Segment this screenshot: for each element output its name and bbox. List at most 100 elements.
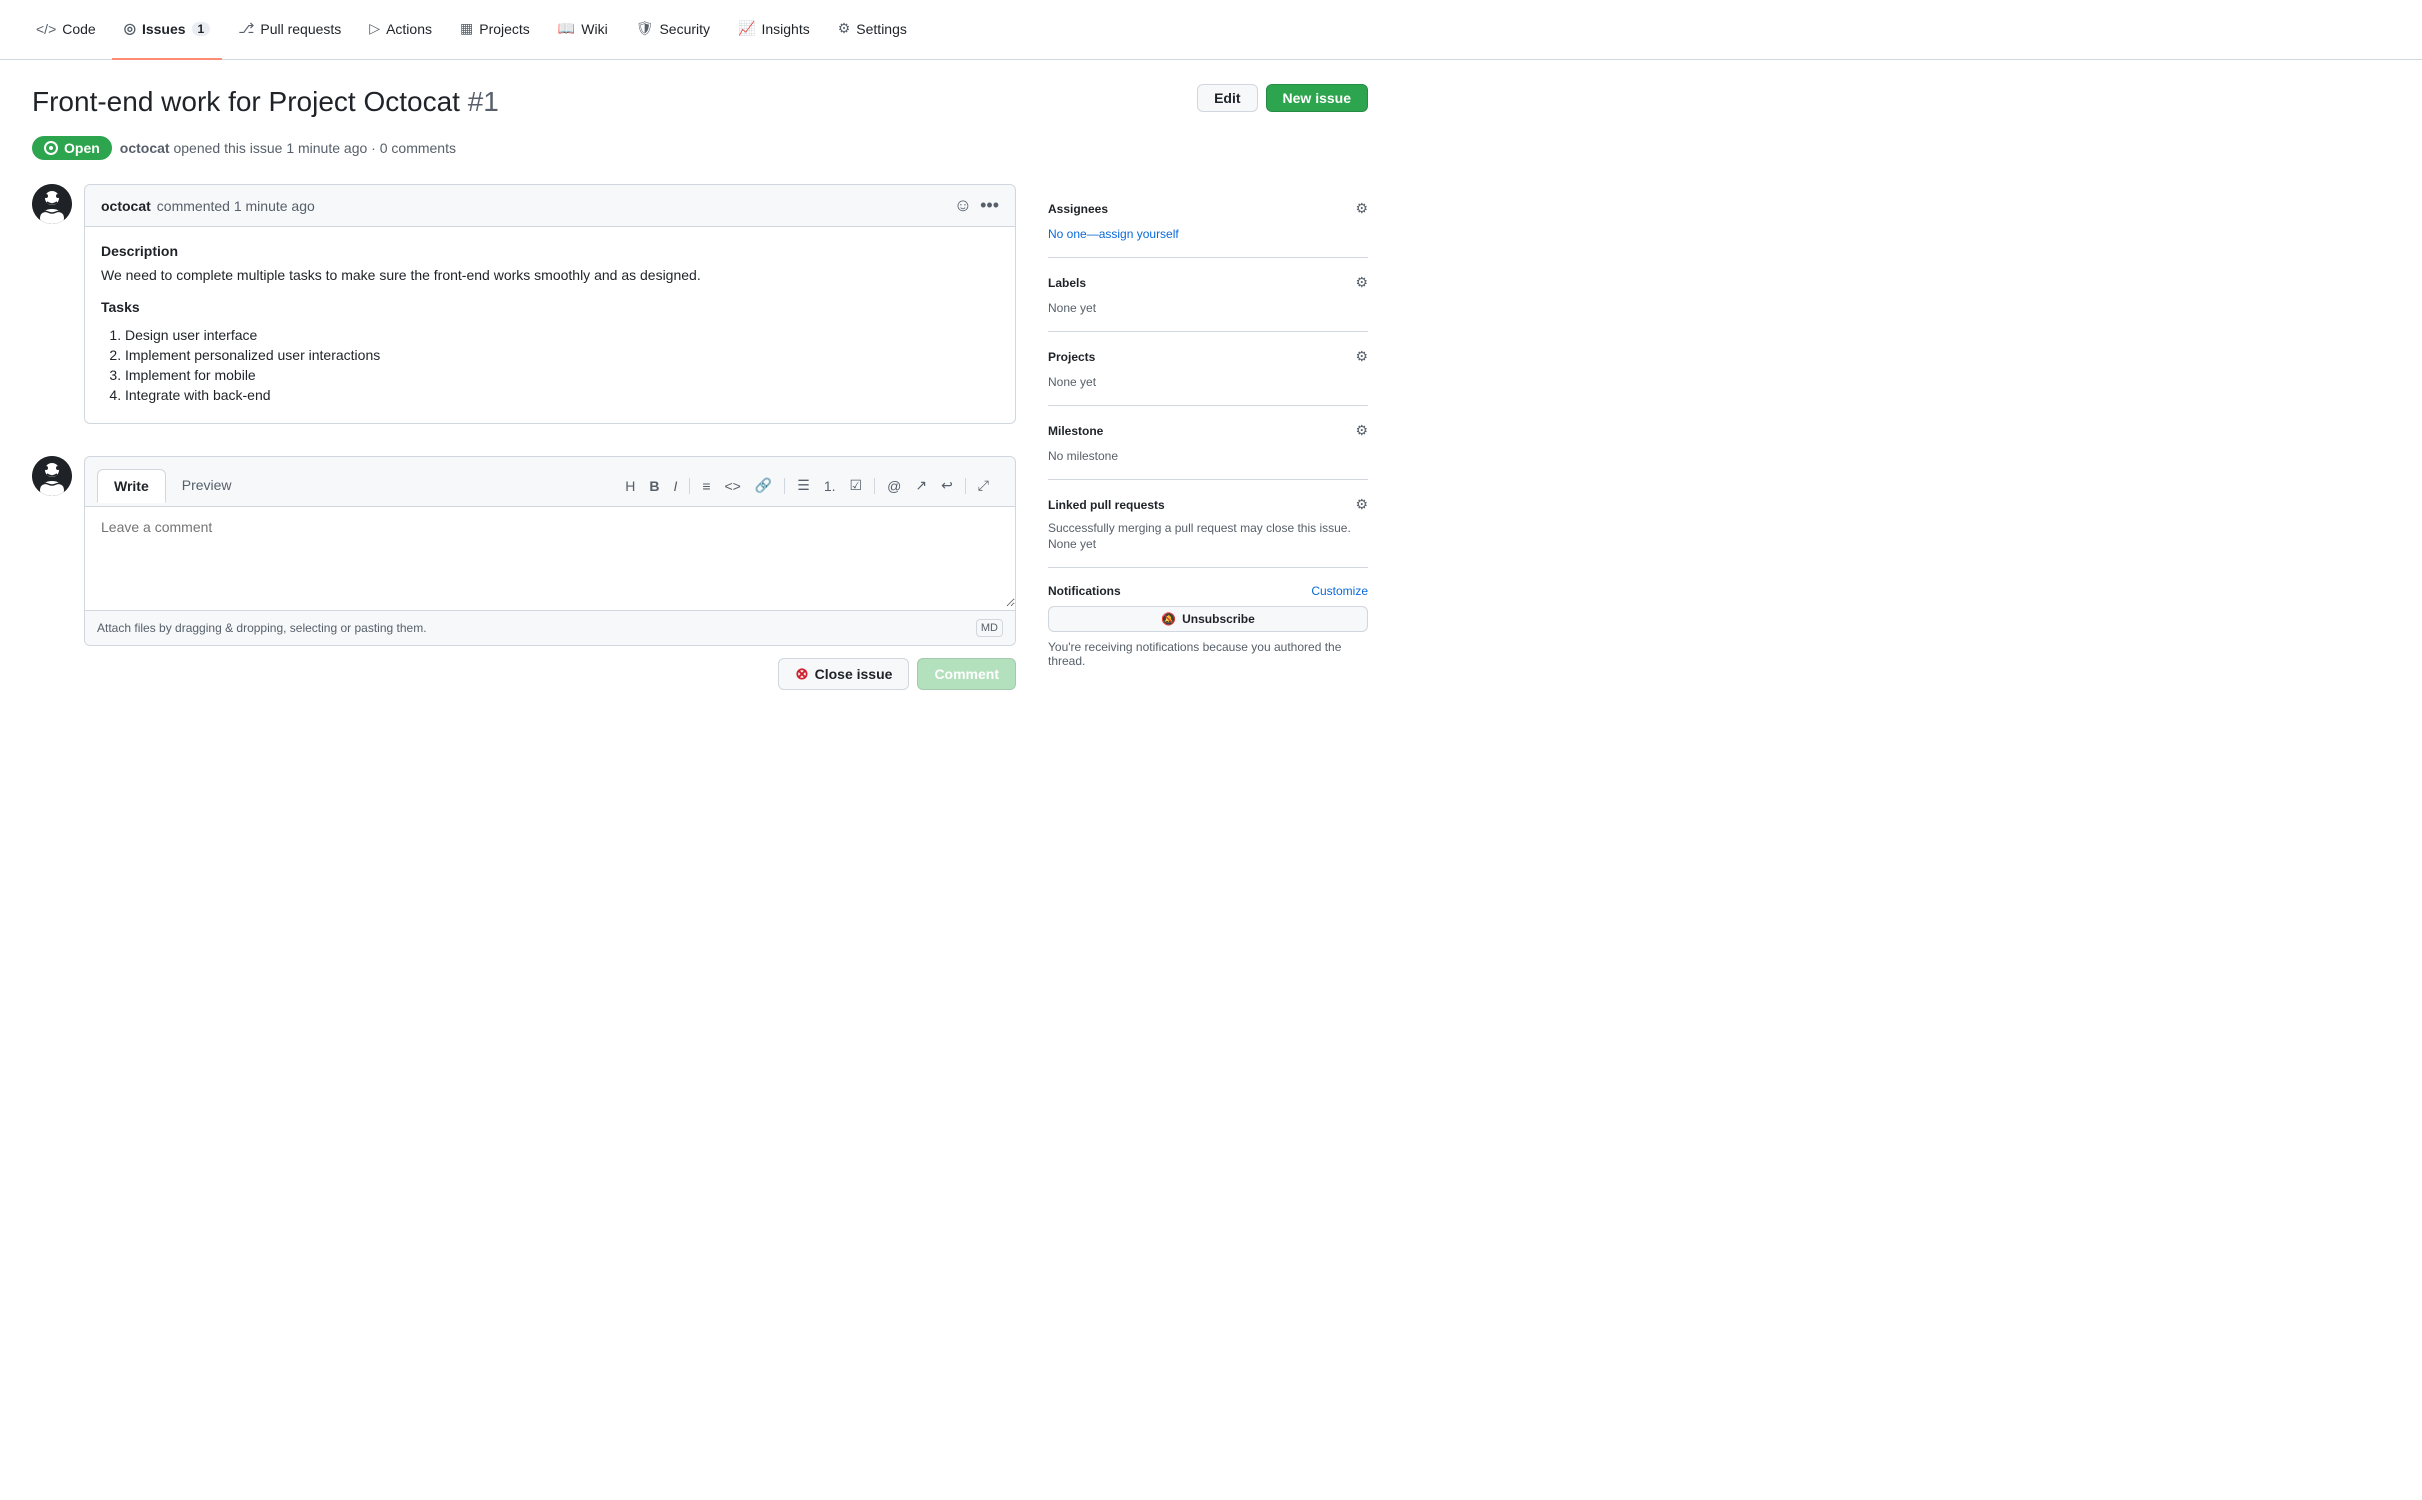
main-content: Front-end work for Project Octocat #1 Ed… (0, 60, 1400, 714)
markdown-icon: MD (976, 619, 1003, 637)
comment-button[interactable]: Comment (917, 658, 1016, 690)
mention-button[interactable]: @ (881, 474, 907, 498)
labels-header: Labels ⚙ (1048, 274, 1368, 291)
settings-icon: ⚙ (838, 20, 851, 37)
preview-tab[interactable]: Preview (166, 469, 248, 503)
customize-link[interactable]: Customize (1311, 584, 1368, 598)
reply-card: Write Preview H B I ≡ <> 🔗 (84, 456, 1016, 646)
description-heading: Description (101, 243, 999, 259)
nav-code-label: Code (62, 21, 95, 37)
nav-code[interactable]: </> Code (24, 0, 108, 60)
reply-wrapper: Write Preview H B I ≡ <> 🔗 (84, 456, 1016, 690)
more-actions-button[interactable]: ••• (980, 195, 999, 216)
labels-gear-button[interactable]: ⚙ (1355, 274, 1368, 291)
issue-title: Front-end work for Project Octocat #1 (32, 84, 499, 120)
open-dot-icon (44, 141, 58, 155)
comment-actions: ☺ ••• (954, 195, 999, 216)
list-item: Implement for mobile (125, 367, 999, 383)
top-navigation: </> Code ◎ Issues 1 ⎇ Pull requests ▷ Ac… (0, 0, 2422, 60)
main-column: octocat commented 1 minute ago ☺ ••• (32, 184, 1016, 690)
description-text: We need to complete multiple tasks to ma… (101, 267, 999, 283)
unordered-list-button[interactable]: ☰ (791, 473, 816, 498)
nav-actions-label: Actions (386, 21, 432, 37)
ordered-list-button[interactable]: 1. (818, 474, 842, 498)
nav-settings[interactable]: ⚙ Settings (826, 0, 919, 60)
linked-pr-header: Linked pull requests ⚙ (1048, 496, 1368, 513)
linked-pr-title: Linked pull requests (1048, 498, 1165, 512)
reference-button[interactable]: ↗ (909, 473, 933, 498)
unsubscribe-button[interactable]: 🔕 Unsubscribe (1048, 606, 1368, 632)
action-buttons: ⊗ Close issue Comment (84, 658, 1016, 690)
nav-insights-label: Insights (761, 21, 809, 37)
projects-gear-button[interactable]: ⚙ (1355, 348, 1368, 365)
tasks-heading: Tasks (101, 299, 999, 315)
projects-header: Projects ⚙ (1048, 348, 1368, 365)
nav-pull-requests[interactable]: ⎇ Pull requests (226, 0, 353, 60)
comment-body: Description We need to complete multiple… (85, 227, 1015, 423)
nav-actions[interactable]: ▷ Actions (357, 0, 444, 60)
nav-projects[interactable]: ▦ Projects (448, 0, 542, 60)
status-row: Open octocat opened this issue 1 minute … (32, 136, 1368, 160)
nav-issues[interactable]: ◎ Issues 1 (112, 0, 223, 60)
italic-button[interactable]: I (667, 474, 683, 498)
projects-value: None yet (1048, 375, 1096, 389)
fullscreen-button[interactable]: ⤢ (972, 473, 995, 498)
milestone-header: Milestone ⚙ (1048, 422, 1368, 439)
list-item: Implement personalized user interactions (125, 347, 999, 363)
nav-security[interactable]: 🛡 Security (624, 0, 722, 60)
list-item: Design user interface (125, 327, 999, 343)
nav-wiki[interactable]: 📖 Wiki (546, 0, 620, 60)
task-list-button[interactable]: ☑ (844, 473, 869, 498)
comment-header: octocat commented 1 minute ago ☺ ••• (85, 185, 1015, 227)
bell-off-icon: 🔕 (1161, 612, 1176, 626)
comment-author-info: octocat commented 1 minute ago (101, 198, 315, 214)
linked-pr-description: Successfully merging a pull request may … (1048, 521, 1368, 535)
nav-insights[interactable]: 📈 Insights (726, 0, 822, 60)
milestone-title: Milestone (1048, 424, 1103, 438)
comment-wrapper: octocat commented 1 minute ago ☺ ••• (84, 184, 1016, 440)
milestone-gear-button[interactable]: ⚙ (1355, 422, 1368, 439)
reply-tabs: Write Preview H B I ≡ <> 🔗 (85, 457, 1015, 507)
bold-button[interactable]: B (643, 474, 665, 498)
emoji-reaction-button[interactable]: ☺ (954, 195, 972, 216)
assignees-header: Assignees ⚙ (1048, 200, 1368, 217)
assignees-value[interactable]: No one—assign yourself (1048, 227, 1179, 241)
assignees-section: Assignees ⚙ No one—assign yourself (1048, 184, 1368, 258)
sidebar-column: Assignees ⚙ No one—assign yourself Label… (1048, 184, 1368, 690)
notifications-title: Notifications (1048, 584, 1121, 598)
nav-projects-label: Projects (479, 21, 530, 37)
edit-button[interactable]: Edit (1197, 84, 1257, 112)
code-button[interactable]: <> (719, 474, 747, 498)
comment-card: octocat commented 1 minute ago ☺ ••• (84, 184, 1016, 424)
reply-button[interactable]: ↩ (935, 473, 959, 498)
link-button[interactable]: 🔗 (749, 473, 778, 498)
comment-textarea[interactable] (85, 507, 1015, 607)
assignees-gear-button[interactable]: ⚙ (1355, 200, 1368, 217)
actions-icon: ▷ (369, 20, 380, 37)
attach-text: Attach files by dragging & dropping, sel… (97, 621, 427, 635)
notifications-note: You're receiving notifications because y… (1048, 640, 1368, 668)
close-issue-button[interactable]: ⊗ Close issue (778, 658, 909, 690)
insights-icon: 📈 (738, 20, 755, 37)
issue-author: octocat opened this issue 1 minute ago ·… (120, 140, 456, 156)
linked-pr-gear-button[interactable]: ⚙ (1355, 496, 1368, 513)
issue-header: Front-end work for Project Octocat #1 Ed… (32, 84, 1368, 120)
new-issue-button[interactable]: New issue (1266, 84, 1368, 112)
avatar (32, 184, 72, 224)
comment-with-avatar: octocat commented 1 minute ago ☺ ••• (32, 184, 1016, 440)
notifications-section: Notifications Customize 🔕 Unsubscribe Yo… (1048, 568, 1368, 684)
labels-value: None yet (1048, 301, 1096, 315)
reply-toolbar: H B I ≡ <> 🔗 ☰ 1. ☑ (611, 465, 1003, 506)
labels-title: Labels (1048, 276, 1086, 290)
toolbar-separator-3 (874, 478, 875, 494)
issue-number: #1 (468, 86, 499, 117)
header-buttons: Edit New issue (1197, 84, 1368, 112)
tasks-list: Design user interface Implement personal… (101, 327, 999, 403)
markdown-badge: MD (976, 619, 1003, 637)
notifications-header: Notifications Customize (1048, 584, 1368, 598)
milestone-section: Milestone ⚙ No milestone (1048, 406, 1368, 480)
write-tab[interactable]: Write (97, 469, 166, 503)
quote-button[interactable]: ≡ (696, 474, 716, 498)
heading-button[interactable]: H (619, 474, 641, 498)
reply-footer: Attach files by dragging & dropping, sel… (85, 610, 1015, 645)
